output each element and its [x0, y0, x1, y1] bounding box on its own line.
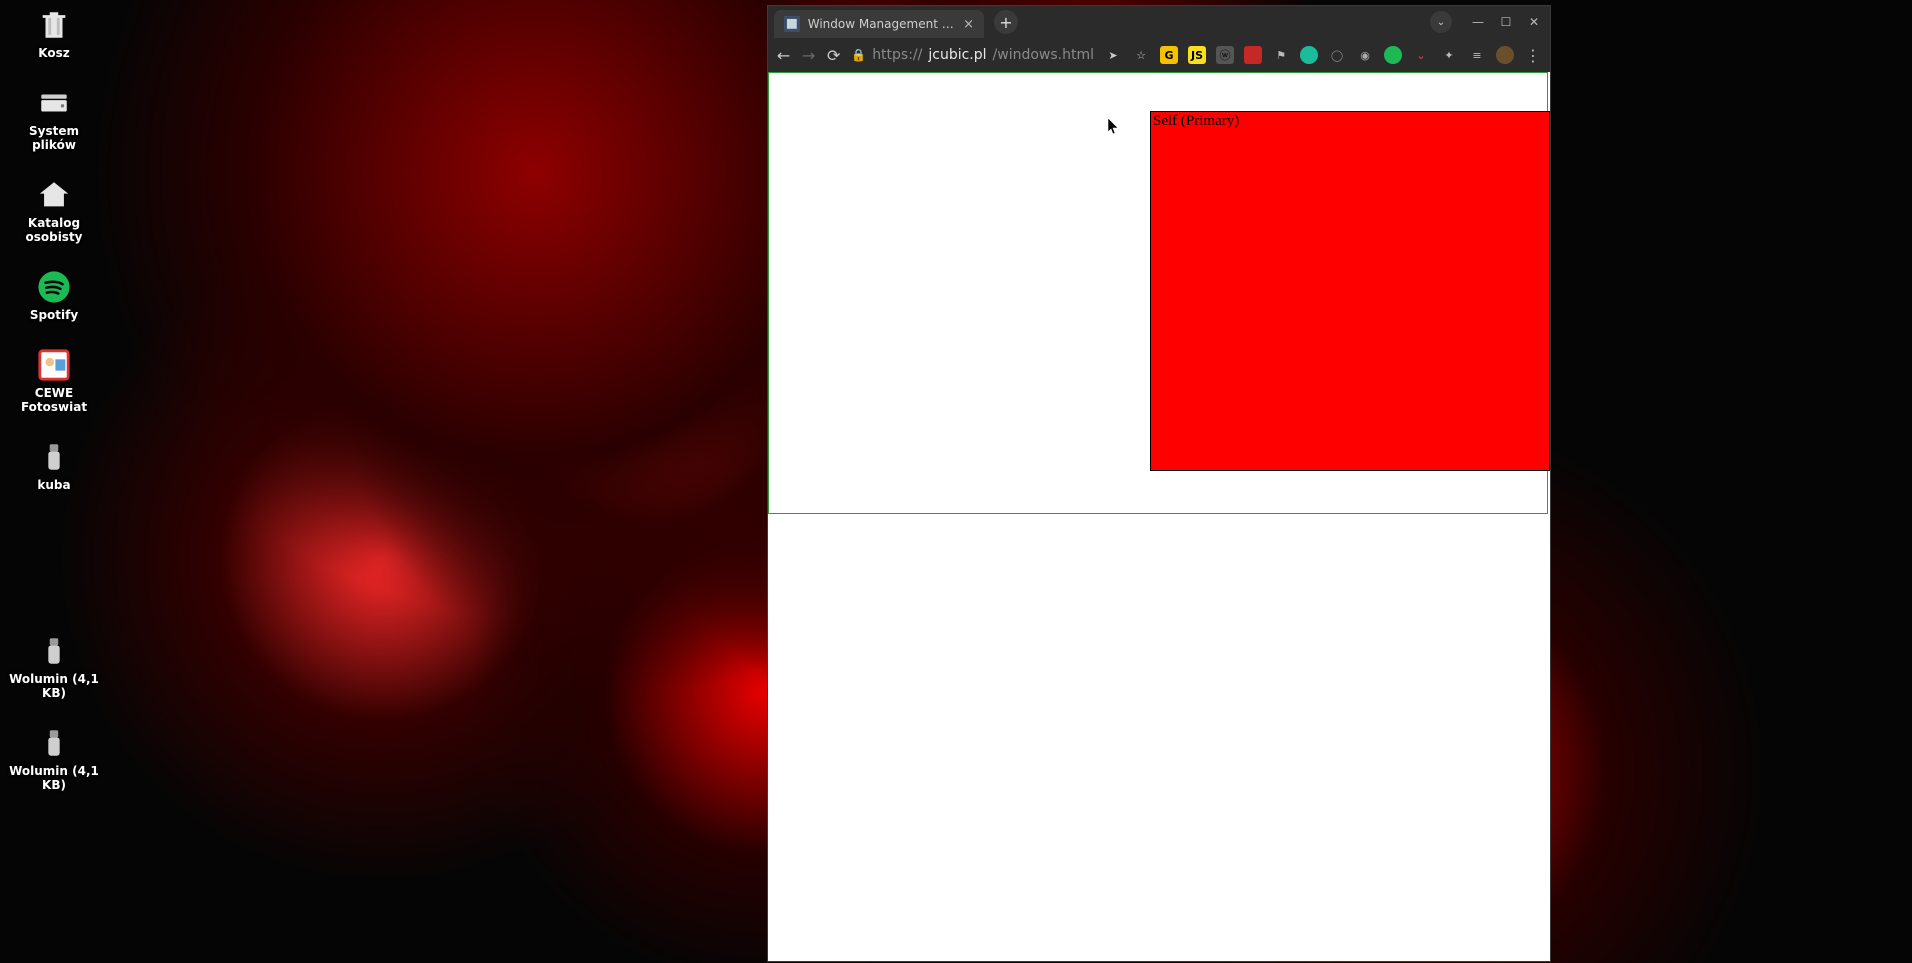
pocket-icon[interactable]: ⌄	[1412, 46, 1430, 64]
desktop-icon-label: kuba	[37, 478, 70, 492]
desktop-icon-volume-2[interactable]: Wolumin (4,1 KB)	[6, 726, 102, 792]
home-icon	[34, 178, 74, 212]
browser-viewport: Self (Primary)	[768, 72, 1550, 961]
browser-window: Window Management Dem × + ⌄ — ☐ ✕ ← → ⟳ …	[768, 6, 1550, 961]
extensions-row: ➤ ☆ G JS ⓦ ⚑ ◯ ◉ ⌄ ✦ ≡ ⋮	[1104, 46, 1542, 64]
self-window-label: Self (Primary)	[1151, 112, 1549, 131]
desktop-icon-label: Katalog osobisty	[6, 216, 102, 244]
desktop-icon-home[interactable]: Katalog osobisty	[6, 178, 102, 244]
desktop-icon-filesystem[interactable]: System plików	[6, 86, 102, 152]
self-window-box[interactable]: Self (Primary)	[1150, 111, 1550, 471]
desktop-icon-spotify[interactable]: Spotify	[6, 270, 102, 322]
camera-icon[interactable]: ◉	[1356, 46, 1374, 64]
nav-forward-button[interactable]: →	[801, 45, 816, 65]
desktop-icon-volume-1[interactable]: Wolumin (4,1 KB)	[6, 634, 102, 700]
desktop-icon-cewe[interactable]: CEWE Fotoswiat	[6, 348, 102, 414]
extension-icon[interactable]	[1244, 46, 1262, 64]
usb-drive-icon	[34, 634, 74, 668]
flag-icon[interactable]: ⚑	[1272, 46, 1290, 64]
nav-back-button[interactable]: ←	[776, 45, 791, 65]
photo-app-icon	[34, 348, 74, 382]
kebab-menu-icon[interactable]: ⋮	[1524, 46, 1542, 64]
extension-icon[interactable]	[1300, 46, 1318, 64]
lock-icon: 🔒	[851, 48, 866, 62]
url-path: /windows.html	[993, 47, 1094, 63]
nav-reload-button[interactable]: ⟳	[826, 45, 841, 65]
desktop-icon-trash[interactable]: Kosz	[6, 8, 102, 60]
window-minimize-button[interactable]: —	[1470, 14, 1486, 30]
browser-tab[interactable]: Window Management Dem ×	[774, 10, 984, 38]
desktop-icon-label: Spotify	[30, 308, 78, 322]
url-scheme: https://	[872, 47, 922, 63]
browser-titlebar[interactable]: Window Management Dem × + ⌄ — ☐ ✕	[768, 6, 1550, 38]
extension-js-icon[interactable]: JS	[1188, 46, 1206, 64]
extension-icon[interactable]	[1384, 46, 1402, 64]
trash-icon	[34, 8, 74, 42]
desktop-icons-column: Kosz System plików Katalog osobisty Spot…	[0, 0, 108, 792]
desktop-icon-usb-kuba[interactable]: kuba	[6, 440, 102, 492]
desktop-icon-label: Wolumin (4,1 KB)	[6, 764, 102, 792]
tab-favicon-icon	[784, 16, 800, 32]
desktop-icon-label: Kosz	[38, 46, 69, 60]
screen-outline-box: Self (Primary)	[768, 72, 1548, 514]
desktop-icon-label: Wolumin (4,1 KB)	[6, 672, 102, 700]
spotify-icon	[34, 270, 74, 304]
send-icon[interactable]: ➤	[1104, 46, 1122, 64]
desktop-icon-label: System plików	[6, 124, 102, 152]
browser-toolbar: ← → ⟳ 🔒 https:// jcubic.pl/windows.html ➤…	[768, 38, 1550, 72]
extension-icon[interactable]: ⓦ	[1216, 46, 1234, 64]
shield-icon[interactable]: ◯	[1328, 46, 1346, 64]
usb-drive-icon	[34, 440, 74, 474]
extension-icon[interactable]: G	[1160, 46, 1178, 64]
reading-list-icon[interactable]: ≡	[1468, 46, 1486, 64]
address-bar[interactable]: 🔒 https:// jcubic.pl/windows.html	[851, 47, 1094, 63]
mouse-cursor-icon	[1107, 117, 1119, 135]
tab-close-button[interactable]: ×	[963, 17, 974, 32]
desktop-icon-label: CEWE Fotoswiat	[6, 386, 102, 414]
new-tab-button[interactable]: +	[994, 10, 1018, 34]
bookmark-star-icon[interactable]: ☆	[1132, 46, 1150, 64]
usb-drive-icon	[34, 726, 74, 760]
window-maximize-button[interactable]: ☐	[1498, 14, 1514, 30]
url-host: jcubic.pl	[928, 47, 986, 63]
drive-icon	[34, 86, 74, 120]
window-close-button[interactable]: ✕	[1526, 14, 1542, 30]
extensions-puzzle-icon[interactable]: ✦	[1440, 46, 1458, 64]
tab-title: Window Management Dem	[808, 17, 955, 31]
tabs-dropdown-button[interactable]: ⌄	[1430, 11, 1452, 33]
profile-avatar-icon[interactable]	[1496, 46, 1514, 64]
